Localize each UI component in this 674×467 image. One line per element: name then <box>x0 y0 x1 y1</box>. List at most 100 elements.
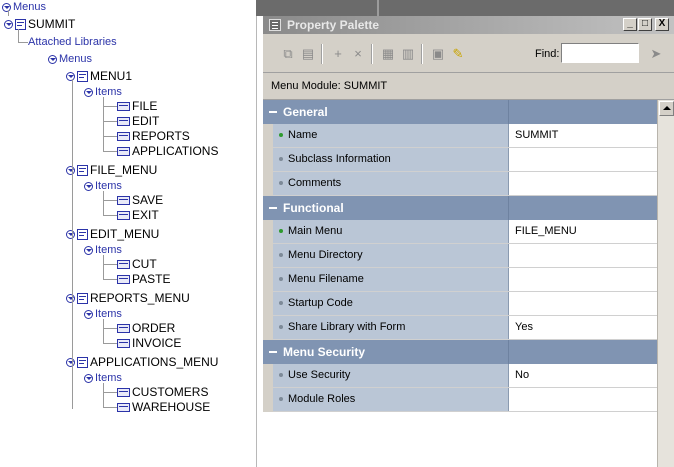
tree-node-menu-item[interactable]: EXIT <box>117 208 159 222</box>
vertical-scrollbar[interactable] <box>657 100 674 467</box>
tree-node-label: Menus <box>59 53 93 65</box>
collapse-toggle-icon[interactable] <box>66 71 75 81</box>
property-category[interactable]: Menu Security <box>263 340 657 364</box>
add-icon[interactable]: + <box>329 46 347 62</box>
tree-node-menu-item[interactable]: CUSTOMERS <box>117 385 208 399</box>
collapse-toggle-icon[interactable] <box>84 373 93 383</box>
collapse-toggle-icon[interactable] <box>66 357 75 367</box>
property-palette-icon <box>269 19 281 31</box>
tree-node-menu[interactable]: EDIT_MENU <box>66 227 159 241</box>
find-input[interactable] <box>561 43 639 63</box>
collapse-toggle-icon[interactable] <box>66 165 75 175</box>
property-value-field[interactable]: Yes <box>509 316 657 339</box>
property-default-icon <box>279 396 283 401</box>
tree-node-menu-item[interactable]: WAREHOUSE <box>117 400 210 414</box>
pin-icon[interactable]: ✎ <box>449 46 467 62</box>
tree-node-attached-libraries[interactable]: Attached Libraries <box>28 35 117 49</box>
tree-node-menu[interactable]: APPLICATIONS_MENU <box>66 355 218 369</box>
property-value-field[interactable] <box>509 388 657 411</box>
property-row[interactable]: Name SUMMIT <box>263 124 657 148</box>
property-value-field[interactable] <box>509 244 657 267</box>
menu-module-icon <box>15 18 26 30</box>
tree-node-menus[interactable]: Menus <box>48 52 92 66</box>
property-row[interactable]: Menu Directory <box>263 244 657 268</box>
collapse-toggle-icon[interactable] <box>48 54 57 64</box>
property-value-field[interactable] <box>509 268 657 291</box>
tree-node-menu-item[interactable]: PASTE <box>117 272 170 286</box>
title-bar[interactable]: Property Palette _ □ X <box>263 16 674 34</box>
collapse-toggle-icon[interactable] <box>2 2 11 12</box>
property-name-cell[interactable]: Comments <box>273 172 509 195</box>
property-name-cell[interactable]: Module Roles <box>273 388 509 411</box>
property-category[interactable]: Functional <box>263 196 657 220</box>
tree-node-menu-item[interactable]: REPORTS <box>117 129 190 143</box>
find-next-icon[interactable]: ➤ <box>647 46 665 62</box>
property-name-cell[interactable]: Name <box>273 124 509 147</box>
tree-node-menu-item[interactable]: EDIT <box>117 114 159 128</box>
property-value-field[interactable]: No <box>509 364 657 387</box>
menu-icon <box>77 356 88 368</box>
property-palette-window: Property Palette _ □ X ⧉ ▤ + × ▦ ▥ ▣ ✎ F… <box>262 16 674 467</box>
property-category[interactable]: General <box>263 100 657 124</box>
collapse-toggle-icon[interactable] <box>84 309 93 319</box>
property-row[interactable]: Menu Filename <box>263 268 657 292</box>
tree-connector <box>72 79 73 409</box>
maximize-button[interactable]: □ <box>638 18 652 31</box>
delete-icon[interactable]: × <box>349 46 367 62</box>
property-name-cell[interactable]: Use Security <box>273 364 509 387</box>
collapse-toggle-icon[interactable] <box>84 245 93 255</box>
category-header[interactable]: Menu Security <box>263 340 509 364</box>
property-class-icon[interactable]: ▣ <box>429 46 447 62</box>
collapse-toggle-icon[interactable] <box>84 87 93 97</box>
collapse-toggle-icon[interactable] <box>66 293 75 303</box>
tree-node-menu[interactable]: REPORTS_MENU <box>66 291 190 305</box>
collapse-icon[interactable] <box>269 350 277 353</box>
property-row[interactable]: Use Security No <box>263 364 657 388</box>
expand-icon[interactable]: ▦ <box>379 46 397 62</box>
property-name: Use Security <box>288 369 351 381</box>
property-row[interactable]: Subclass Information <box>263 148 657 172</box>
tree-node-menu-item[interactable]: APPLICATIONS <box>117 144 218 158</box>
collapse-icon[interactable] <box>269 206 277 209</box>
property-grid: General Name SUMMIT Subclass Information Com… <box>263 100 657 467</box>
minimize-button[interactable]: _ <box>623 18 637 31</box>
property-name-cell[interactable]: Menu Filename <box>273 268 509 291</box>
tree-node-menu-item[interactable]: FILE <box>117 99 157 113</box>
tree-node-label: Items <box>95 372 122 384</box>
paste-icon[interactable]: ▤ <box>299 46 317 62</box>
tree-node-menu-item[interactable]: ORDER <box>117 321 175 335</box>
property-value-field[interactable] <box>509 148 657 171</box>
property-name-cell[interactable]: Menu Directory <box>273 244 509 267</box>
property-row[interactable]: Main Menu FILE_MENU <box>263 220 657 244</box>
collapse-toggle-icon[interactable] <box>66 229 75 239</box>
property-name-cell[interactable]: Share Library with Form <box>273 316 509 339</box>
property-name-cell[interactable]: Subclass Information <box>273 148 509 171</box>
property-row[interactable]: Startup Code <box>263 292 657 316</box>
scroll-up-icon[interactable] <box>659 101 674 116</box>
tree-node-menu[interactable]: MENU1 <box>66 69 132 83</box>
property-value-field[interactable] <box>509 292 657 315</box>
menu-item-icon <box>117 195 130 205</box>
tree-node-menu[interactable]: FILE_MENU <box>66 163 157 177</box>
property-row[interactable]: Share Library with Form Yes <box>263 316 657 340</box>
tree-node-menu-item[interactable]: CUT <box>117 257 157 271</box>
property-name: Subclass Information <box>288 153 391 165</box>
property-name-cell[interactable]: Startup Code <box>273 292 509 315</box>
property-row[interactable]: Module Roles <box>263 388 657 412</box>
property-value-field[interactable]: FILE_MENU <box>509 220 657 243</box>
category-header[interactable]: General <box>263 100 509 124</box>
tree-node-menu-item[interactable]: SAVE <box>117 193 163 207</box>
category-header[interactable]: Functional <box>263 196 509 220</box>
tree-node-menu-item[interactable]: INVOICE <box>117 336 181 350</box>
collapse-icon[interactable] <box>269 110 277 113</box>
collapse-toggle-icon[interactable] <box>84 181 93 191</box>
copy-icon[interactable]: ⧉ <box>279 46 297 62</box>
property-name-cell[interactable]: Main Menu <box>273 220 509 243</box>
property-row[interactable]: Comments <box>263 172 657 196</box>
close-button[interactable]: X <box>655 18 669 31</box>
property-value-field[interactable]: SUMMIT <box>509 124 657 147</box>
collapse-toggle-icon[interactable] <box>4 19 13 29</box>
collapse-icon[interactable]: ▥ <box>399 46 417 62</box>
tree-node-module[interactable]: SUMMIT <box>4 17 75 31</box>
property-value-field[interactable] <box>509 172 657 195</box>
